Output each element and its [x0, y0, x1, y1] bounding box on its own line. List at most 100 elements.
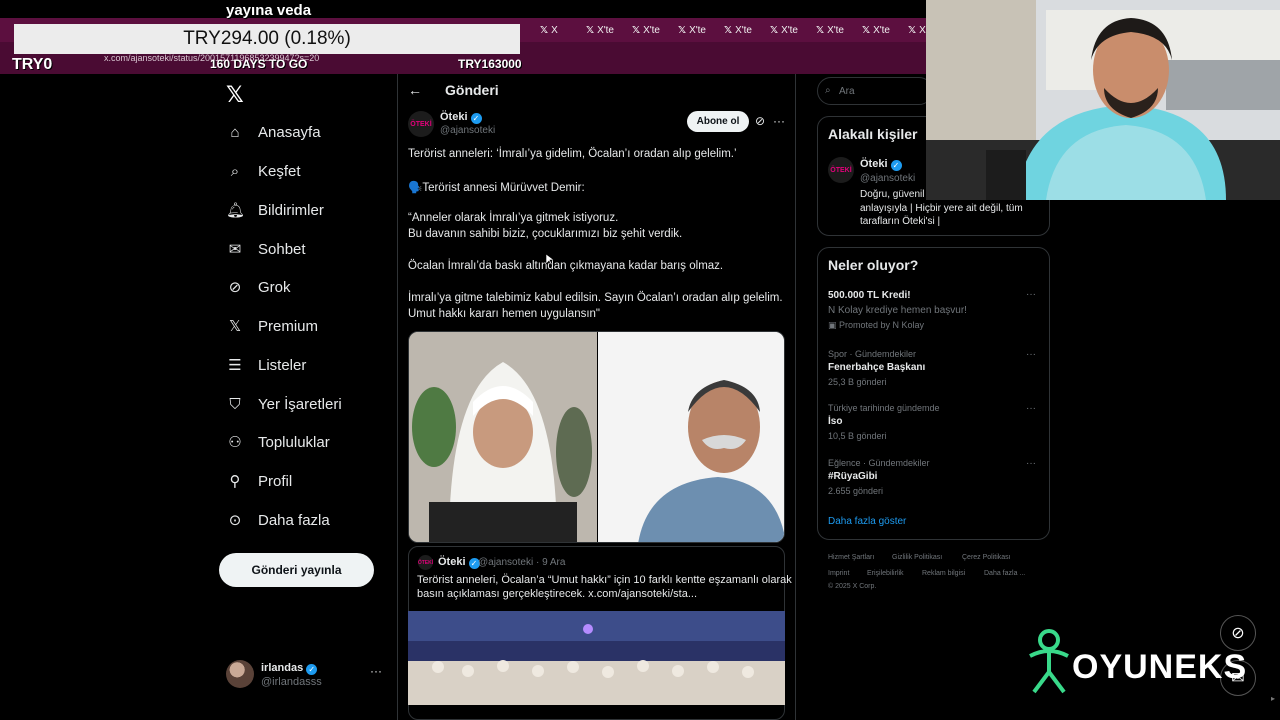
browser-tab[interactable]: 𝕏X — [908, 22, 926, 38]
post-button[interactable]: Gönderi yayınla — [219, 553, 374, 587]
trend-meta: Spor · Gündemdekiler — [828, 349, 917, 359]
nav-item-explore[interactable]: ⌕ Keşfet — [226, 159, 301, 183]
footer-link[interactable]: Hizmet Şartları — [828, 554, 874, 561]
mouse-cursor-icon — [546, 254, 554, 265]
nav-item-lists[interactable]: ☰ Listeler — [226, 353, 306, 377]
author-name[interactable]: Öteki ✓ — [440, 111, 482, 124]
brand-logo-icon — [1029, 629, 1069, 694]
back-arrow-icon[interactable]: ← — [408, 82, 422, 98]
nav-item-grok[interactable]: ⊘ Grok — [226, 275, 291, 299]
footer-link[interactable]: Imprint — [828, 570, 849, 577]
browser-tab[interactable]: 𝕏 X'te — [632, 22, 660, 38]
quoted-image[interactable] — [408, 611, 785, 705]
avatar[interactable] — [226, 660, 254, 688]
author-handle[interactable]: @ajansoteki — [440, 125, 495, 136]
verified-badge-icon: ✓ — [890, 160, 902, 171]
trend-more-icon[interactable]: ··· — [1026, 403, 1036, 414]
list-icon: ☰ — [228, 357, 242, 374]
footer-link[interactable]: Gizlilik Politikası — [892, 554, 942, 561]
browser-tab[interactable]: 𝕏X — [540, 22, 558, 38]
browser-tab[interactable]: 𝕏 X'te — [862, 22, 890, 38]
x-icon: 𝕏 — [586, 24, 595, 36]
quoted-text-line: basın açıklaması gerçekleştirecek. x.com… — [417, 588, 698, 600]
trend-title[interactable]: İso — [828, 416, 842, 427]
footer-link[interactable]: Erişilebilirlik — [867, 570, 904, 577]
related-bio-line: anlayışıyla | Hiçbir yere ait değil, tüm — [860, 203, 1023, 214]
nav-item-more[interactable]: ⊙ Daha fazla — [226, 508, 330, 532]
post-photo-left[interactable] — [409, 332, 597, 542]
crowd-photo — [408, 611, 785, 705]
account-name[interactable]: irlandas ✓ — [261, 662, 318, 675]
x-logo-icon[interactable]: 𝕏 — [226, 82, 244, 108]
x-icon: 𝕏 — [862, 24, 871, 36]
verified-badge-icon: ✓ — [470, 113, 482, 124]
woman-portrait — [409, 332, 597, 542]
bell-icon: 🔔︎ — [226, 202, 246, 219]
x-icon: 𝕏 — [908, 24, 917, 36]
trend-title[interactable]: 500.000 TL Kredi! — [828, 290, 911, 301]
grok-icon: ⊘ — [1231, 625, 1245, 642]
related-bio-line: Doğru, güvenil — [860, 189, 925, 200]
nav-item-premium[interactable]: 𝕏 Premium — [226, 314, 318, 338]
search-icon: ⌕ — [825, 85, 831, 96]
search-input[interactable] — [817, 77, 933, 105]
communities-icon: ⚇ — [228, 434, 242, 451]
nav-item-bookmarks[interactable]: ⛉ Yer İşaretleri — [226, 392, 341, 416]
post-text-line: Öcalan İmralı’da baskı altından çıkmayan… — [408, 260, 724, 272]
account-more-icon[interactable]: ··· — [370, 664, 382, 678]
nav-item-profile[interactable]: ⚲ Profil — [226, 469, 293, 493]
browser-tab[interactable]: 𝕏 X'te — [724, 22, 752, 38]
post-image[interactable] — [408, 331, 785, 543]
author-avatar[interactable]: ÖTEKİ — [408, 111, 434, 137]
browser-tab[interactable]: 𝕏 X'te — [586, 22, 614, 38]
nav-item-label: Premium — [258, 317, 319, 335]
related-avatar[interactable]: ÖTEKİ — [828, 157, 854, 183]
search-icon: ⌕ — [230, 162, 240, 180]
nav-item-label: Daha fazla — [258, 511, 330, 529]
nav-item-chat[interactable]: ✉ Sohbet — [226, 237, 306, 261]
nav-item-label: Bildirimler — [258, 201, 324, 219]
footer-link[interactable]: Daha fazla ... — [984, 570, 1025, 577]
home-icon: ⌂ — [230, 123, 240, 141]
browser-tab[interactable]: 𝕏 X'te — [816, 22, 844, 38]
x-icon: 𝕏 — [816, 24, 825, 36]
webcam-feed — [926, 0, 1280, 200]
footer-link[interactable]: Reklam bilgisi — [922, 570, 965, 577]
brand-logo: OYUNEKS — [1072, 648, 1248, 686]
days-to-go-label: 160 DAYS TO GO — [210, 57, 308, 71]
more-icon[interactable]: ··· — [773, 114, 785, 128]
scroll-arrow-icon[interactable]: ▸ — [1271, 694, 1275, 703]
quoted-author-name: Öteki ✓ — [438, 556, 480, 569]
post-text-line: İmralı’ya gitme talebimiz kabul edilsin.… — [408, 292, 783, 304]
nav-item-communities[interactable]: ⚇ Topluluklar — [226, 430, 329, 454]
search-placeholder: Ara — [839, 86, 855, 97]
browser-tab[interactable]: 𝕏 X'te — [678, 22, 706, 38]
grok-icon[interactable]: ⊘ — [755, 114, 765, 128]
trend-title[interactable]: #RüyaGibi — [828, 471, 877, 482]
grok-float-button[interactable]: ⊘ — [1220, 615, 1256, 651]
page-title: Gönderi — [445, 82, 499, 98]
quoted-avatar: ÖTEKİ — [418, 555, 433, 570]
nav-item-notifications[interactable]: 🔔︎ Bildirimler — [226, 198, 324, 222]
trend-more-icon[interactable]: ··· — [1026, 289, 1036, 300]
trend-count: 10,5 B gönderi — [828, 431, 887, 441]
subscribe-button[interactable]: Abone ol — [687, 111, 749, 132]
donation-goal: TRY163000 — [458, 57, 522, 71]
nav-item-label: Sohbet — [258, 240, 306, 258]
nav-item-home[interactable]: ⌂ Anasayfa — [226, 120, 321, 144]
browser-tab[interactable]: 𝕏 X'te — [770, 22, 798, 38]
post-photo-right[interactable] — [598, 332, 784, 542]
x-icon: 𝕏 — [678, 24, 687, 36]
nav-item-label: Anasayfa — [258, 123, 321, 141]
trend-more-icon[interactable]: ··· — [1026, 349, 1036, 360]
trend-subtitle: N Kolay krediye hemen başvur! — [828, 305, 967, 316]
trend-title[interactable]: Fenerbahçe Başkanı — [828, 362, 925, 373]
post-text-line: Terörist anneleri: ‘İmralı’ya gidelim, Ö… — [408, 148, 737, 160]
related-name[interactable]: Öteki ✓ — [860, 158, 902, 171]
footer-link[interactable]: Çerez Politikası — [962, 554, 1011, 561]
show-more-link[interactable]: Daha fazla göster — [828, 516, 906, 527]
donation-ticker: TRY294.00 (0.18%) — [14, 24, 520, 54]
nav-item-label: Grok — [258, 278, 291, 296]
trend-more-icon[interactable]: ··· — [1026, 458, 1036, 469]
bookmark-icon: ⛉ — [229, 395, 241, 413]
